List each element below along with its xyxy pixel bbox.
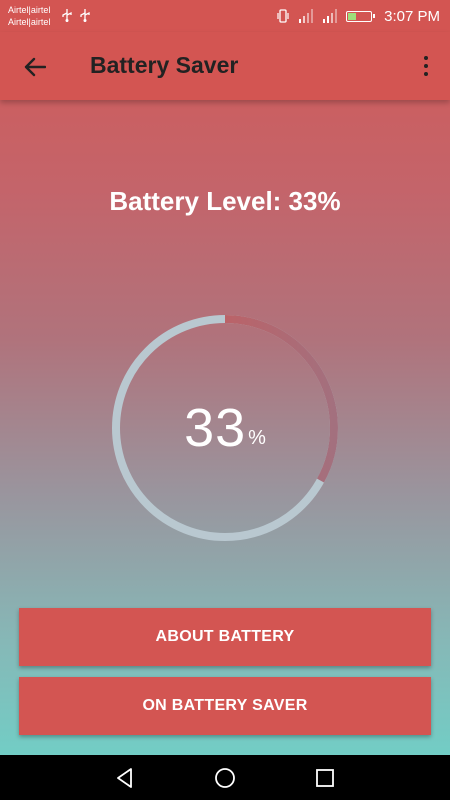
home-circle-icon[interactable] [214, 767, 236, 789]
battery-charging-icon [346, 10, 376, 22]
vibrate-icon [276, 9, 290, 23]
more-vert-icon [424, 56, 428, 60]
gauge-label: 33 % [110, 313, 340, 543]
app-bar: Battery Saver [0, 32, 450, 100]
signal-icon [322, 9, 338, 23]
screen: Airtel|airtel Airtel|airtel 3:07 PM Batt… [0, 0, 450, 755]
navigation-bar [0, 755, 450, 800]
arrow-left-icon [24, 57, 46, 77]
back-button[interactable] [18, 50, 52, 84]
signal-icon [298, 9, 314, 23]
gauge-unit: % [248, 426, 266, 449]
overflow-menu-button[interactable] [416, 52, 436, 80]
recents-square-icon[interactable] [314, 767, 336, 789]
battery-saver-button[interactable]: ON BATTERY SAVER [19, 677, 431, 735]
status-time: 3:07 PM [384, 7, 440, 25]
usb-icon [62, 9, 72, 25]
page-title: Battery Saver [90, 52, 239, 78]
status-bar: Airtel|airtel Airtel|airtel 3:07 PM [0, 0, 450, 32]
carrier-label: Airtel|airtel Airtel|airtel [8, 4, 50, 28]
carrier-line-1: Airtel|airtel [8, 5, 51, 15]
carrier-line-2: Airtel|airtel [8, 17, 51, 27]
battery-level-text: Battery Level: 33% [109, 186, 341, 216]
gauge-value: 33 [184, 398, 247, 458]
back-triangle-icon[interactable] [114, 767, 136, 789]
about-battery-button[interactable]: ABOUT BATTERY [19, 608, 431, 666]
usb-icon [80, 9, 90, 25]
